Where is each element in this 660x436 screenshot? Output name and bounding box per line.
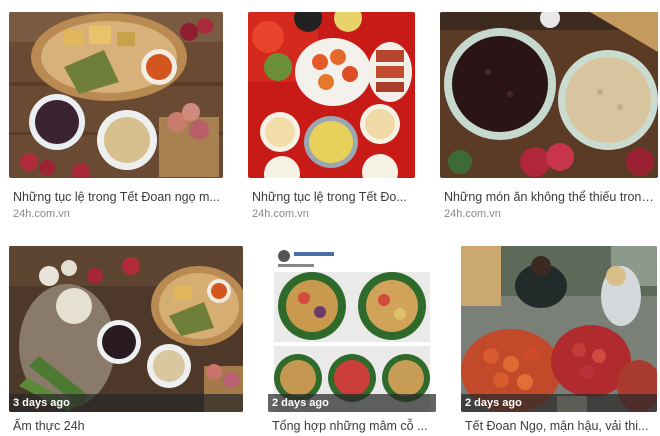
result-title[interactable]: Những tục lệ trong Tết Đoan ngọ m... xyxy=(13,189,225,205)
thumbnail-image-3[interactable] xyxy=(440,12,658,178)
thumbnail-image-4[interactable]: 3 days ago xyxy=(9,246,243,412)
result-source: 24h.com.vn xyxy=(252,208,309,220)
result-title[interactable]: Tổng hợp những mâm cỗ ... xyxy=(272,418,436,434)
age-badge: 2 days ago xyxy=(268,394,436,412)
age-badge: 2 days ago xyxy=(461,394,657,412)
thumbnail-image-2[interactable] xyxy=(248,12,415,178)
result-title[interactable]: Những tục lệ trong Tết Đo... xyxy=(252,189,414,205)
result-source: 24h.com.vn xyxy=(444,208,501,220)
thumbnail-image-1[interactable] xyxy=(9,12,223,178)
result-title[interactable]: Ẩm thực 24h xyxy=(13,418,241,434)
result-title[interactable]: Những món ăn không thể thiếu trong n... xyxy=(444,189,658,205)
age-badge: 3 days ago xyxy=(9,394,243,412)
result-source: 24h.com.vn xyxy=(13,208,70,220)
thumbnail-image-6[interactable]: 2 days ago xyxy=(461,246,657,412)
thumbnail-image-5[interactable]: 2 days ago xyxy=(268,246,436,412)
result-title[interactable]: Tết Đoan Ngọ, mận hậu, vải thi... xyxy=(465,418,657,434)
